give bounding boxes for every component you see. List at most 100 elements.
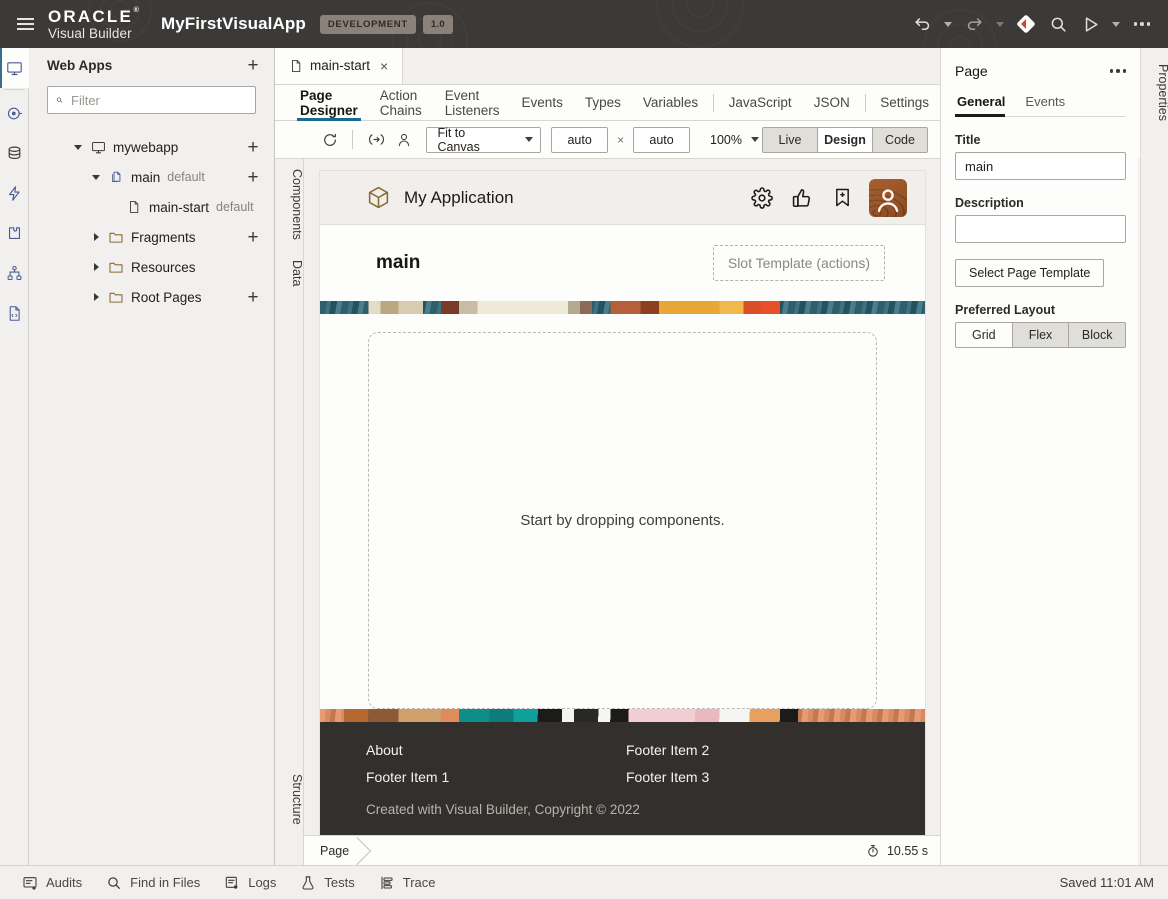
footer-link-item-3[interactable]: Footer Item 3 (626, 769, 886, 785)
run-button[interactable] (1074, 8, 1106, 40)
tree-item-root-pages[interactable]: Root Pages + (29, 282, 274, 312)
tab-event-listeners[interactable]: Event Listeners (434, 85, 511, 121)
status-logs[interactable]: Logs (212, 870, 288, 896)
layout-option-grid[interactable]: Grid (955, 322, 1013, 348)
add-page-button[interactable]: + (242, 166, 264, 188)
redo-dropdown[interactable] (990, 8, 1010, 40)
tab-javascript[interactable]: JavaScript (718, 85, 803, 121)
stopwatch-icon (866, 844, 880, 858)
component-dropzone[interactable]: Start by dropping components. (368, 332, 877, 709)
run-dropdown[interactable] (1106, 8, 1126, 40)
rail-item-mobile-applications[interactable] (0, 93, 29, 133)
footer-link-about[interactable]: About (366, 742, 626, 758)
rail-item-business-objects[interactable] (0, 173, 29, 213)
mode-live-button[interactable]: Live (762, 127, 818, 153)
web-apps-panel: Web Apps + mywebapp + (29, 48, 275, 865)
tab-settings[interactable]: Settings (869, 85, 940, 121)
undo-button[interactable] (906, 8, 938, 40)
tree-item-fragments[interactable]: Fragments + (29, 222, 274, 252)
add-root-page-button[interactable]: + (242, 286, 264, 308)
tab-action-chains[interactable]: Action Chains (369, 85, 434, 121)
preview-app-bar: My Application (320, 171, 925, 225)
search-button[interactable] (1042, 8, 1074, 40)
preferred-layout-label: Preferred Layout (955, 303, 1126, 317)
status-audits[interactable]: Audits (10, 870, 94, 896)
user-role-button[interactable] (391, 127, 416, 153)
vtab-data[interactable]: Data (275, 250, 304, 296)
status-logs-label: Logs (248, 875, 276, 890)
footer-link-item-2[interactable]: Footer Item 2 (626, 742, 886, 758)
zoom-level-select[interactable]: 100% (706, 127, 763, 153)
thumbs-up-icon[interactable] (789, 185, 815, 211)
twisty-right-icon[interactable] (87, 233, 105, 241)
twisty-right-icon[interactable] (87, 263, 105, 271)
mode-design-button[interactable]: Design (817, 127, 873, 153)
footer-link-item-1[interactable]: Footer Item 1 (366, 769, 626, 785)
add-page-flow-button[interactable]: + (242, 136, 264, 158)
tree-item-main-start[interactable]: main-start default (29, 192, 274, 222)
filter-input[interactable] (71, 93, 247, 108)
description-input[interactable] (955, 215, 1126, 243)
twisty-down-icon[interactable] (87, 175, 105, 180)
footer-column-2: Footer Item 2 Footer Item 3 (626, 742, 886, 796)
select-page-template-button[interactable]: Select Page Template (955, 259, 1104, 287)
vtab-properties[interactable]: Properties (1141, 54, 1168, 131)
status-tests[interactable]: Tests (288, 870, 366, 896)
canvas-height-input[interactable]: auto (633, 127, 690, 153)
render-timer: 10.55 s (866, 844, 928, 858)
file-tab-main-start[interactable]: main-start × (275, 47, 403, 84)
user-avatar[interactable] (869, 179, 907, 217)
slot-template-actions[interactable]: Slot Template (actions) (713, 245, 885, 281)
rail-item-web-applications[interactable] (0, 48, 29, 88)
tree-item-mywebapp[interactable]: mywebapp + (29, 132, 274, 162)
rail-item-components[interactable] (0, 213, 29, 253)
oracle-logo[interactable]: ORACLE Visual Builder (48, 8, 133, 41)
layout-option-block[interactable]: Block (1068, 322, 1126, 348)
title-input[interactable] (955, 152, 1126, 180)
tree-item-main[interactable]: main default + (29, 162, 274, 192)
twisty-down-icon[interactable] (69, 145, 87, 150)
properties-title: Page (955, 63, 1110, 79)
bookmark-plus-icon[interactable] (829, 185, 855, 211)
tab-events[interactable]: Events (511, 85, 574, 121)
vtab-components[interactable]: Components (275, 159, 304, 250)
git-button[interactable] (1010, 8, 1042, 40)
tab-json[interactable]: JSON (803, 85, 861, 121)
breadcrumb-page[interactable]: Page (304, 836, 359, 866)
tree-item-badge: default (167, 170, 205, 184)
add-web-app-button[interactable]: + (242, 54, 264, 76)
undo-dropdown[interactable] (938, 8, 958, 40)
more-button[interactable] (1126, 8, 1158, 40)
properties-tab-general[interactable]: General (955, 94, 1013, 116)
status-trace[interactable]: Trace (367, 870, 448, 896)
twisty-right-icon[interactable] (87, 293, 105, 301)
chevron-down-icon (751, 137, 759, 142)
tab-page-designer[interactable]: Page Designer (289, 85, 369, 121)
canvas-size-select[interactable]: Fit to Canvas (426, 127, 541, 153)
chevron-down-icon (944, 22, 952, 27)
layout-option-flex[interactable]: Flex (1012, 322, 1070, 348)
rail-item-processes[interactable] (0, 253, 29, 293)
redo-button[interactable] (958, 8, 990, 40)
rail-item-source-view[interactable] (0, 293, 29, 333)
gear-icon[interactable] (749, 185, 775, 211)
status-find-in-files[interactable]: Find in Files (94, 870, 212, 896)
page-preview: My Application (320, 171, 925, 835)
filter-box[interactable] (47, 86, 256, 114)
tree-item-resources[interactable]: Resources (29, 252, 274, 282)
properties-more-button[interactable] (1110, 69, 1127, 73)
tab-variables[interactable]: Variables (632, 85, 709, 121)
preferred-layout-group: Grid Flex Block (955, 322, 1126, 348)
mode-code-button[interactable]: Code (872, 127, 928, 153)
refresh-button[interactable] (317, 127, 342, 153)
responsive-preview-button[interactable] (363, 127, 388, 153)
canvas-width-input[interactable]: auto (551, 127, 608, 153)
add-fragment-button[interactable]: + (242, 226, 264, 248)
close-icon[interactable]: × (377, 57, 391, 75)
rail-item-service-connections[interactable] (0, 133, 29, 173)
vtab-structure[interactable]: Structure (275, 764, 304, 835)
properties-tab-events[interactable]: Events (1023, 94, 1073, 116)
hamburger-icon[interactable] (8, 18, 42, 30)
cube-icon (366, 185, 391, 210)
tab-types[interactable]: Types (574, 85, 632, 121)
